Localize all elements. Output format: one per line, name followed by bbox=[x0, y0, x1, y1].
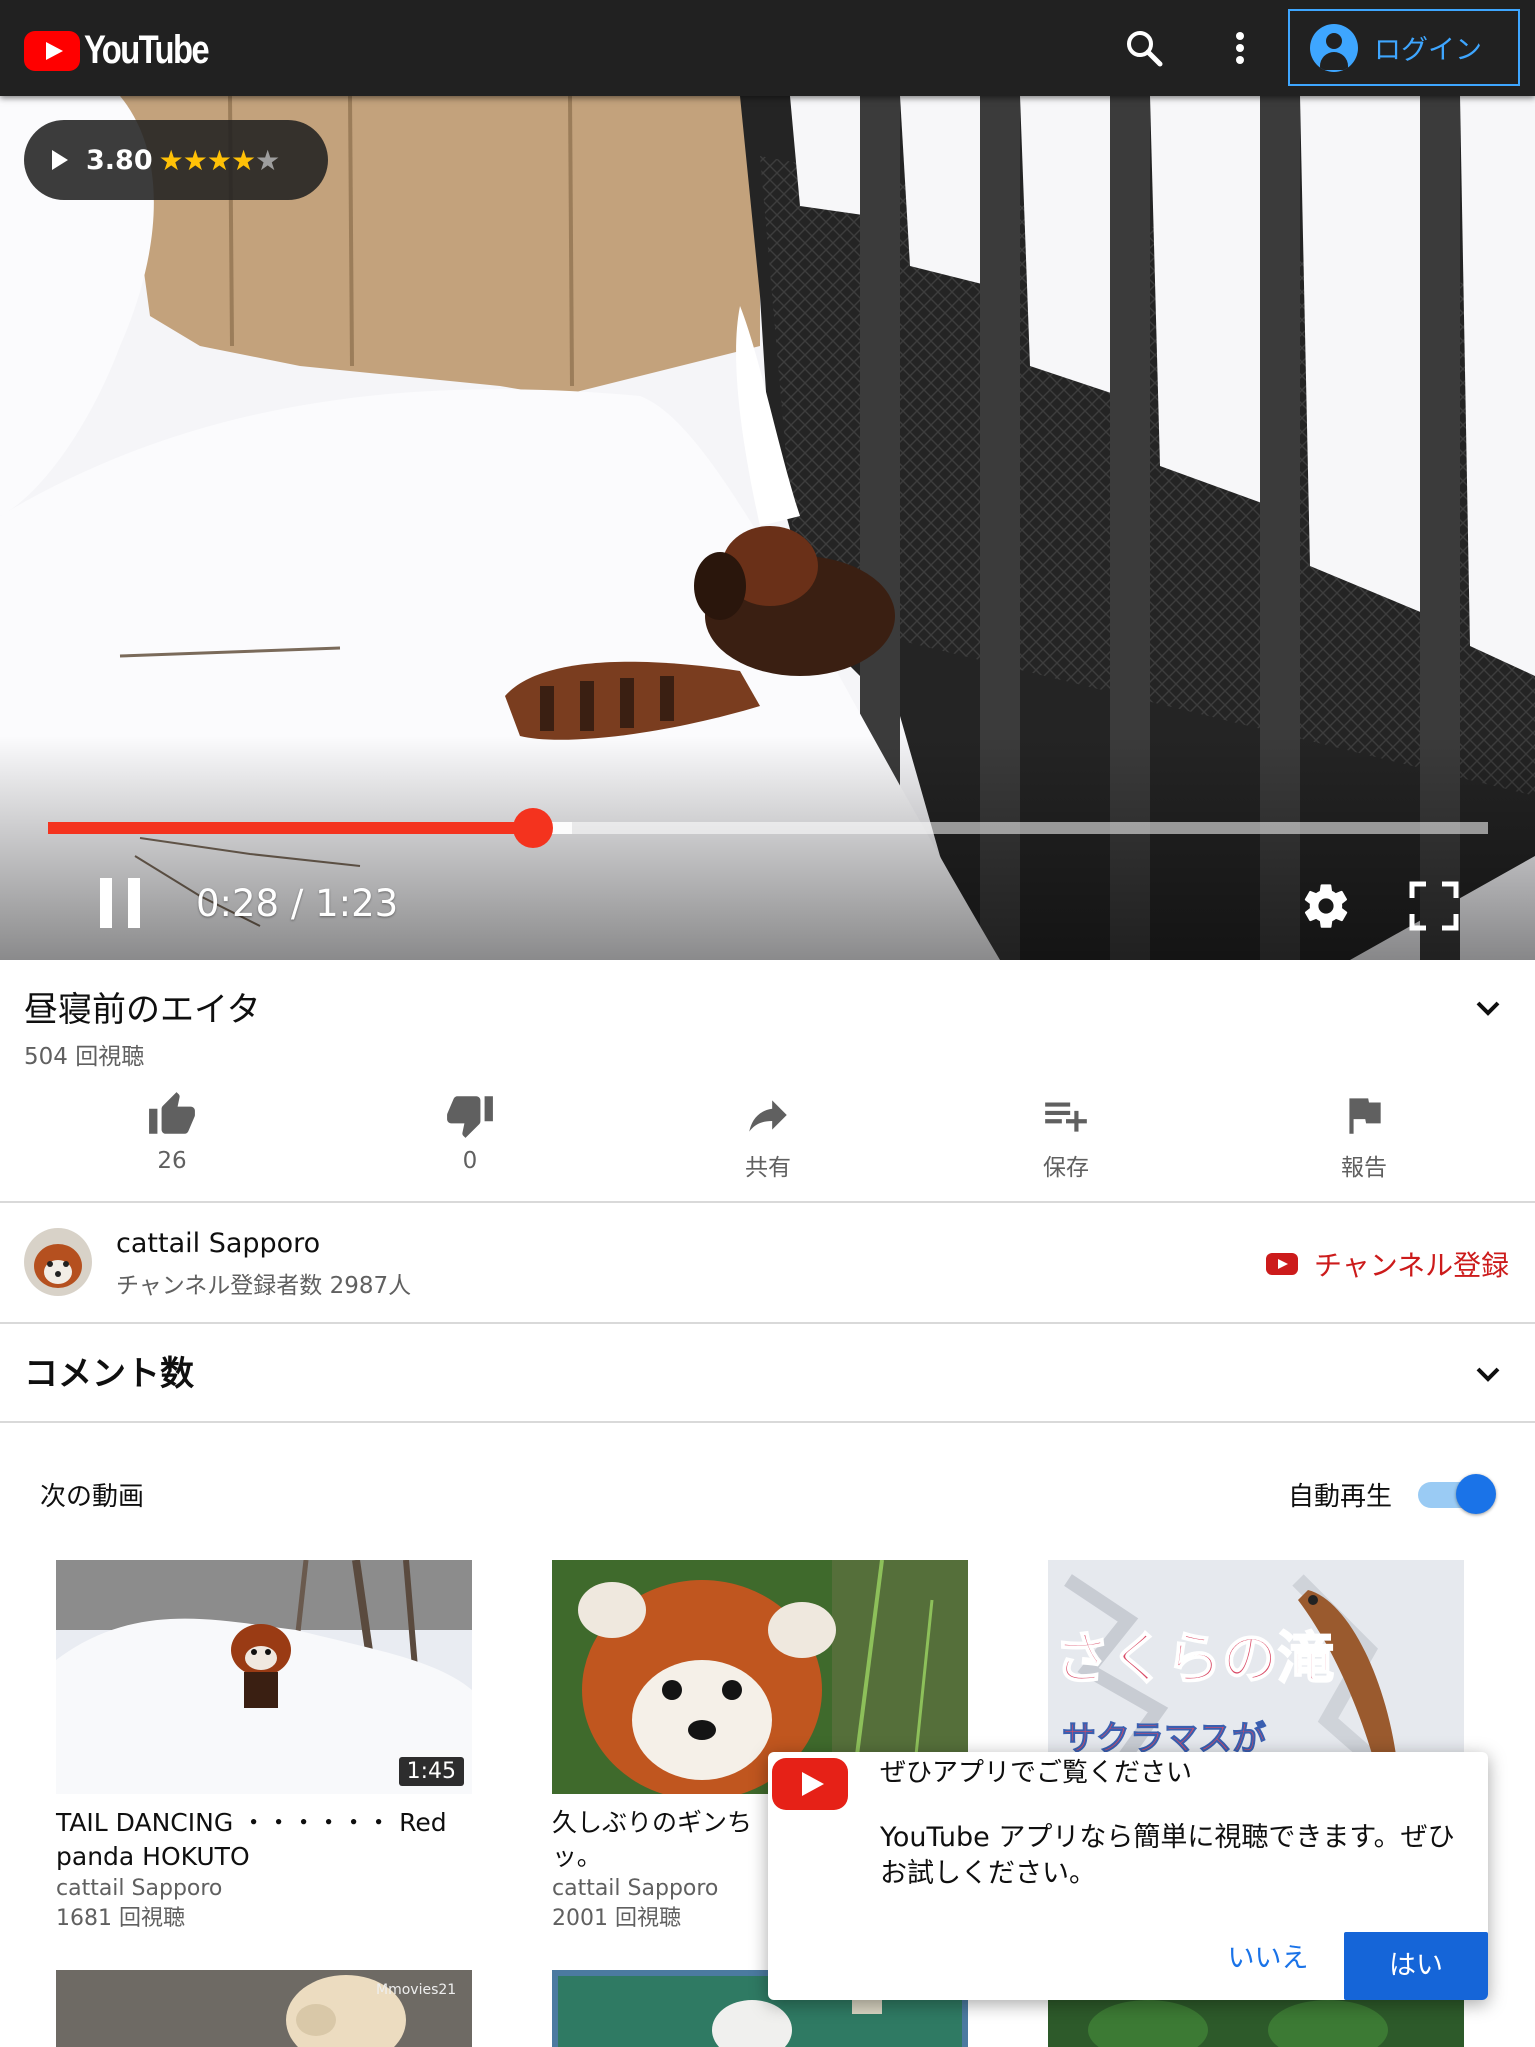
search-icon[interactable] bbox=[1120, 24, 1168, 72]
expand-chevron-down-icon[interactable] bbox=[1468, 988, 1508, 1028]
star-filled-icon: ★ bbox=[206, 143, 232, 177]
thumb-overlay-text-1: さくらの滝 bbox=[1054, 1627, 1334, 1692]
divider bbox=[0, 1421, 1535, 1423]
promo-title: ぜひアプリでご覧ください bbox=[880, 1758, 1193, 1788]
star-empty-icon: ★ bbox=[255, 143, 280, 177]
flag-icon bbox=[1349, 1098, 1381, 1134]
video-thumbnail[interactable]: 1:45 bbox=[56, 1560, 472, 1794]
yes-button[interactable]: はい bbox=[1344, 1932, 1488, 2000]
progress-scrubber-handle[interactable] bbox=[513, 808, 554, 848]
report-button[interactable]: 報告 bbox=[1284, 1090, 1444, 1182]
no-button[interactable]: いいえ bbox=[1208, 1936, 1328, 1982]
dislike-count: 0 bbox=[462, 1148, 478, 1174]
rating-badge[interactable]: 3.80 ★★★★★ bbox=[24, 120, 328, 200]
more-vert-icon[interactable] bbox=[1216, 24, 1264, 72]
divider bbox=[0, 1201, 1535, 1203]
fullscreen-icon[interactable] bbox=[1408, 880, 1460, 932]
playlist-add-icon bbox=[1045, 1102, 1087, 1132]
save-label: 保存 bbox=[1043, 1155, 1089, 1181]
like-count: 26 bbox=[157, 1148, 187, 1174]
time-separator: / bbox=[290, 882, 304, 925]
divider bbox=[0, 1322, 1535, 1324]
thumbnail-watermark: Mmovies21 bbox=[376, 1982, 456, 1998]
video-card-views: 1681 回視聴 bbox=[56, 1906, 185, 1931]
pause-icon[interactable] bbox=[96, 878, 144, 930]
share-label: 共有 bbox=[745, 1155, 791, 1181]
play-icon bbox=[52, 150, 68, 170]
star-filled-icon: ★ bbox=[158, 143, 184, 177]
thumb-down-icon bbox=[447, 1096, 493, 1138]
rating-score: 3.80 bbox=[86, 144, 153, 176]
share-icon bbox=[749, 1100, 787, 1132]
video-card[interactable]: 1:45 TAIL DANCING ・・・・・・ Red panda HOKUT… bbox=[56, 1560, 472, 1934]
save-button[interactable]: 保存 bbox=[986, 1090, 1146, 1182]
autoplay-label: 自動再生 bbox=[1288, 1482, 1393, 1512]
duration-badge: 1:45 bbox=[398, 1757, 464, 1786]
logo-text: YouTube bbox=[84, 28, 210, 72]
youtube-play-icon bbox=[24, 30, 80, 71]
progress-played bbox=[48, 822, 534, 834]
rating-stars: ★★★★★ bbox=[158, 143, 281, 177]
view-count: 504 回視聴 bbox=[24, 1044, 145, 1070]
channel-avatar[interactable] bbox=[24, 1228, 92, 1296]
time-display: 0:28 / 1:23 bbox=[196, 882, 398, 925]
app-promo-dialog: ぜひアプリでご覧ください YouTube アプリなら簡単に視聴できます。ぜひお試… bbox=[768, 1752, 1488, 2000]
video-card-channel: cattail Sapporo bbox=[56, 1876, 223, 1901]
settings-gear-icon[interactable] bbox=[1300, 880, 1352, 932]
video-card-title[interactable]: TAIL DANCING ・・・・・・ Red panda HOKUTO bbox=[56, 1806, 472, 1874]
subscribe-button[interactable]: チャンネル登録 bbox=[1266, 1244, 1509, 1284]
toggle-knob bbox=[1456, 1474, 1496, 1514]
subscriber-count: チャンネル登録者数 2987人 bbox=[116, 1273, 412, 1299]
star-filled-icon: ★ bbox=[230, 143, 256, 177]
current-time: 0:28 bbox=[196, 882, 280, 925]
youtube-logo[interactable]: YouTube bbox=[24, 28, 235, 73]
video-thumbnail[interactable]: Mmovies21 bbox=[56, 1970, 472, 2047]
youtube-watch-page: YouTube ログイン 3.80 ★★★★★ 0:28 / 1:23 昼寝前の… bbox=[0, 0, 1535, 2047]
comments-chevron-down-icon[interactable] bbox=[1468, 1354, 1508, 1394]
account-circle-icon bbox=[1310, 23, 1358, 72]
top-app-bar: YouTube ログイン bbox=[0, 0, 1535, 96]
login-label: ログイン bbox=[1374, 35, 1482, 66]
comments-header[interactable]: コメント数 bbox=[24, 1346, 194, 1395]
channel-name[interactable]: cattail Sapporo bbox=[116, 1228, 320, 1259]
share-button[interactable]: 共有 bbox=[688, 1090, 848, 1182]
progress-bar[interactable] bbox=[48, 808, 1488, 848]
thumb-up-icon bbox=[149, 1092, 195, 1134]
duration: 1:23 bbox=[315, 882, 399, 925]
promo-body: YouTube アプリなら簡単に視聴できます。ぜひお試しください。 bbox=[880, 1822, 1455, 1889]
youtube-subscribe-icon bbox=[1266, 1253, 1298, 1275]
report-label: 報告 bbox=[1341, 1155, 1387, 1181]
up-next-label: 次の動画 bbox=[40, 1482, 145, 1512]
like-button[interactable]: 26 bbox=[92, 1090, 252, 1174]
video-player[interactable]: 3.80 ★★★★★ 0:28 / 1:23 bbox=[0, 96, 1535, 960]
dislike-button[interactable]: 0 bbox=[390, 1090, 550, 1174]
action-bar: 26 0 共有 保存 報告 bbox=[0, 1090, 1535, 1200]
subscribe-label: チャンネル登録 bbox=[1314, 1249, 1510, 1282]
youtube-app-icon bbox=[772, 1758, 848, 1810]
video-title: 昼寝前のエイタ bbox=[24, 990, 261, 1030]
star-filled-icon: ★ bbox=[182, 143, 208, 177]
login-button[interactable]: ログイン bbox=[1288, 9, 1520, 86]
autoplay-toggle[interactable] bbox=[1414, 1474, 1496, 1514]
